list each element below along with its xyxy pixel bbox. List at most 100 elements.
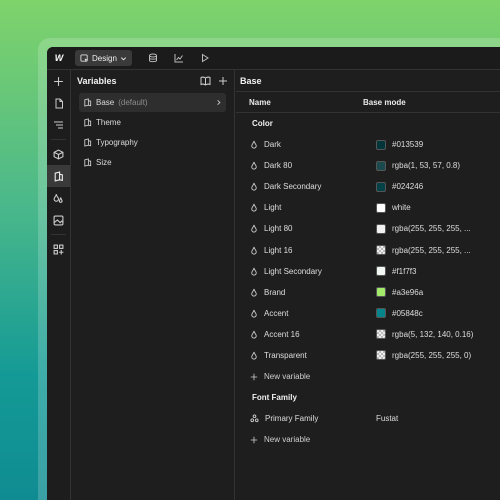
color-swatch[interactable] [376, 329, 386, 340]
variable-name: Brand [264, 287, 286, 297]
column-name: Name [249, 97, 271, 107]
app-window: W Design Variables Base (default) Theme … [47, 47, 500, 500]
variable-value[interactable]: rgba(255, 255, 255, 0) [392, 351, 471, 360]
mode-selector[interactable]: Design [75, 50, 132, 66]
color-drop-icon [250, 246, 258, 255]
color-drop-icon [250, 309, 258, 318]
color-swatch[interactable] [376, 202, 386, 213]
variable-value[interactable]: rgba(1, 53, 57, 0.8) [392, 161, 460, 170]
color-drop-icon [250, 182, 258, 191]
book-icon[interactable] [200, 76, 211, 86]
font-icon [250, 414, 259, 423]
variable-row[interactable]: Primary Family Fustat [236, 408, 500, 429]
variable-name: Light [264, 203, 282, 213]
left-rail [47, 70, 71, 500]
color-drop-icon [250, 161, 258, 170]
collection-name: Size [96, 158, 112, 167]
collection-icon [83, 98, 92, 107]
collection-typography[interactable]: Typography [79, 133, 226, 152]
new-variable-button[interactable]: New variable [236, 366, 500, 387]
new-variable-button[interactable]: New variable [236, 429, 500, 450]
variable-name: Dark Secondary [264, 182, 322, 192]
collection-icon [83, 158, 92, 167]
color-swatch[interactable] [376, 308, 386, 319]
new-variable-label: New variable [264, 435, 311, 445]
assets-icon[interactable] [47, 209, 70, 231]
variable-row[interactable]: Dark #013539 [236, 134, 500, 155]
variable-name: Accent [264, 308, 289, 318]
collection-size[interactable]: Size [79, 153, 226, 172]
variable-name: Dark [264, 140, 281, 150]
variable-value[interactable]: rgba(255, 255, 255, ... [392, 246, 471, 255]
variable-value[interactable]: Fustat [376, 414, 398, 423]
panel-title: Variables [77, 76, 117, 86]
group-title: Color [252, 119, 273, 128]
play-icon[interactable] [192, 50, 218, 67]
variable-row[interactable]: Dark Secondary #024246 [236, 176, 500, 197]
variable-name: Accent 16 [264, 329, 300, 339]
color-swatch[interactable] [376, 287, 386, 298]
variable-row[interactable]: Light 80 rgba(255, 255, 255, ... [236, 218, 500, 239]
collection-icon [83, 118, 92, 127]
color-swatch[interactable] [376, 160, 386, 171]
color-drop-icon [250, 288, 258, 297]
color-swatch[interactable] [376, 181, 386, 192]
page-icon[interactable] [47, 92, 70, 114]
variable-value[interactable]: #f1f7f3 [392, 267, 416, 276]
variable-name: Light Secondary [264, 266, 322, 276]
variable-name: Light 16 [264, 245, 293, 255]
column-mode[interactable]: Base mode [363, 98, 406, 107]
variable-row[interactable]: Light Secondary #f1f7f3 [236, 261, 500, 282]
color-drop-icon [250, 330, 258, 339]
variables-panel: Variables Base (default) Theme Typograph… [71, 70, 235, 500]
components-icon[interactable] [47, 143, 70, 165]
color-swatch[interactable] [376, 245, 386, 256]
new-variable-label: New variable [264, 372, 311, 382]
collection-name: Typography [96, 138, 138, 147]
add-icon[interactable] [47, 70, 70, 92]
color-drop-icon [250, 140, 258, 149]
styles-icon[interactable] [47, 187, 70, 209]
add-icon[interactable] [218, 76, 228, 86]
collection-icon [83, 138, 92, 147]
variable-row[interactable]: Accent #05848c [236, 303, 500, 324]
rail-divider [51, 234, 66, 235]
variable-groups: Color Dark #013539 Dark 80 rgba(1, 53, 5… [236, 113, 500, 450]
variable-row[interactable]: Light 16 rgba(255, 255, 255, ... [236, 239, 500, 260]
navigator-icon[interactable] [47, 114, 70, 136]
database-icon[interactable] [140, 50, 166, 67]
variables-icon[interactable] [47, 165, 70, 187]
variable-value[interactable]: #a3e96a [392, 288, 423, 297]
group-title: Font Family [252, 393, 297, 403]
variable-row[interactable]: Transparent rgba(255, 255, 255, 0) [236, 345, 500, 366]
variable-value[interactable]: white [392, 203, 411, 212]
apps-icon[interactable] [47, 238, 70, 260]
chevron-right-icon [215, 99, 222, 106]
top-toolbar: W Design [47, 47, 500, 70]
collection-base[interactable]: Base (default) [79, 93, 226, 112]
plus-icon [250, 436, 258, 444]
table-header: Name Base mode [236, 92, 500, 113]
color-swatch[interactable] [376, 350, 386, 361]
variable-value[interactable]: #024246 [392, 182, 423, 191]
variable-row[interactable]: Dark 80 rgba(1, 53, 57, 0.8) [236, 155, 500, 176]
collection-theme[interactable]: Theme [79, 113, 226, 132]
collection-title: Base [236, 70, 500, 92]
mode-label: Design [92, 53, 117, 63]
color-swatch[interactable] [376, 223, 386, 234]
variable-row[interactable]: Brand #a3e96a [236, 282, 500, 303]
color-swatch[interactable] [376, 266, 386, 277]
variable-value[interactable]: rgba(5, 132, 140, 0.16) [392, 330, 473, 339]
analytics-icon[interactable] [166, 50, 192, 67]
variable-name: Light 80 [264, 224, 293, 234]
variable-value[interactable]: rgba(255, 255, 255, ... [392, 224, 471, 233]
color-drop-icon [250, 351, 258, 360]
webflow-logo: W [54, 53, 64, 63]
color-swatch[interactable] [376, 139, 386, 150]
variable-row[interactable]: Light white [236, 197, 500, 218]
variable-name: Transparent [264, 350, 307, 360]
variables-table: Base Name Base mode Color Dark #013539 D… [236, 70, 500, 500]
variable-value[interactable]: #013539 [392, 140, 423, 149]
variable-value[interactable]: #05848c [392, 309, 423, 318]
variable-row[interactable]: Accent 16 rgba(5, 132, 140, 0.16) [236, 324, 500, 345]
